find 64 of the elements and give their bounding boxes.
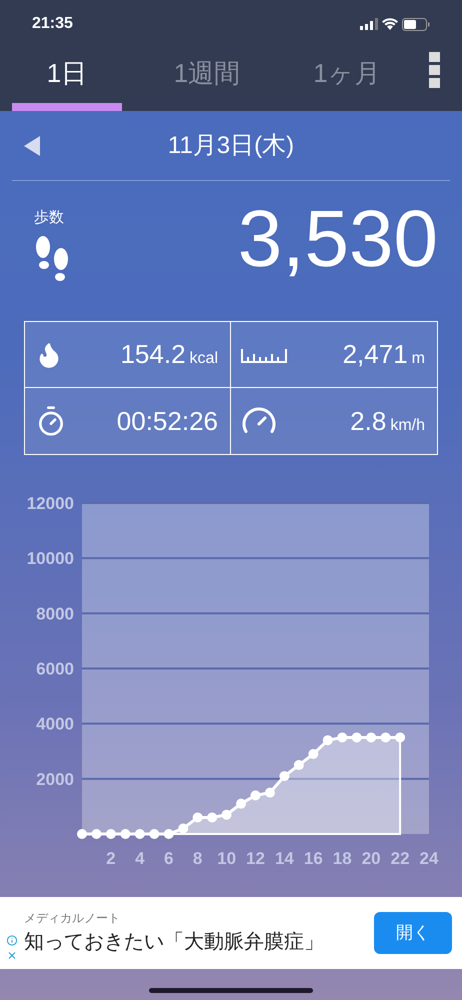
data-point bbox=[120, 829, 130, 839]
info-icon[interactable] bbox=[4, 935, 20, 946]
data-point bbox=[308, 749, 318, 759]
data-point bbox=[294, 760, 304, 770]
stat-value: 00:52:26 bbox=[116, 404, 218, 438]
axis-label: 8000 bbox=[36, 604, 74, 624]
data-point bbox=[322, 735, 333, 746]
ruler-icon bbox=[241, 346, 287, 362]
stat-value: 154.2 bbox=[120, 338, 186, 371]
axis-label: 18 bbox=[332, 849, 352, 868]
axis-label: 6000 bbox=[36, 660, 74, 678]
signal-icon bbox=[360, 18, 378, 30]
period-tab[interactable]: 1日 bbox=[12, 40, 122, 111]
stat-value: 2.8 bbox=[350, 404, 386, 438]
axis-label: 2 bbox=[106, 849, 116, 868]
data-point bbox=[264, 788, 275, 798]
axis-label: 8 bbox=[192, 849, 202, 868]
axis-label: 10000 bbox=[26, 549, 74, 568]
axis-label: 2000 bbox=[36, 770, 74, 789]
data-point bbox=[149, 829, 160, 839]
data-point bbox=[337, 732, 348, 742]
steps-label: 歩数 bbox=[34, 208, 64, 228]
battery-icon bbox=[402, 18, 430, 30]
status-time: 21:35 bbox=[32, 14, 73, 34]
axis-label: 22 bbox=[390, 849, 410, 868]
period-tab[interactable]: 1ヶ月 bbox=[292, 40, 402, 111]
axis-label: 4 bbox=[135, 849, 145, 868]
data-point bbox=[77, 829, 87, 839]
data-point bbox=[395, 732, 406, 742]
axis-label: 12000 bbox=[26, 494, 74, 513]
date-label: 11月3日(木) bbox=[168, 130, 294, 160]
open-button[interactable]: 開く bbox=[374, 912, 452, 954]
data-point bbox=[236, 798, 246, 809]
stat-unit: kcal bbox=[190, 349, 218, 369]
data-point bbox=[178, 823, 188, 834]
data-point bbox=[207, 812, 218, 822]
data-point bbox=[106, 829, 116, 839]
data-point bbox=[91, 829, 102, 839]
data-point bbox=[352, 732, 362, 742]
axis-label: 6 bbox=[164, 849, 174, 868]
stat-value: 2,471 bbox=[342, 338, 408, 371]
period-tab[interactable]: 1週間 bbox=[152, 40, 262, 111]
ad-source: メディカルノート bbox=[24, 910, 121, 927]
axis-label: 20 bbox=[362, 849, 381, 868]
data-point bbox=[380, 732, 391, 742]
axis-label: 14 bbox=[274, 849, 294, 868]
data-point bbox=[164, 829, 174, 839]
axis-label: 16 bbox=[304, 849, 323, 868]
axis-label: 10 bbox=[217, 849, 236, 868]
data-point bbox=[222, 810, 232, 820]
axis-label: 12 bbox=[246, 849, 265, 868]
ad-headline[interactable]: 知っておきたい「大動脈弁膜症」 bbox=[24, 927, 374, 957]
data-point bbox=[279, 771, 290, 782]
data-point bbox=[134, 829, 145, 839]
axis-label: 24 bbox=[420, 849, 438, 868]
data-point bbox=[192, 812, 203, 822]
stat-unit: km/h bbox=[390, 416, 425, 436]
data-point bbox=[366, 732, 376, 742]
data-point bbox=[250, 790, 260, 800]
steps-count: 3,530 bbox=[238, 199, 438, 279]
wifi-icon bbox=[382, 18, 398, 30]
back-arrow-icon[interactable] bbox=[24, 136, 40, 156]
stat-unit: m bbox=[412, 349, 425, 369]
axis-label: 4000 bbox=[36, 714, 74, 734]
